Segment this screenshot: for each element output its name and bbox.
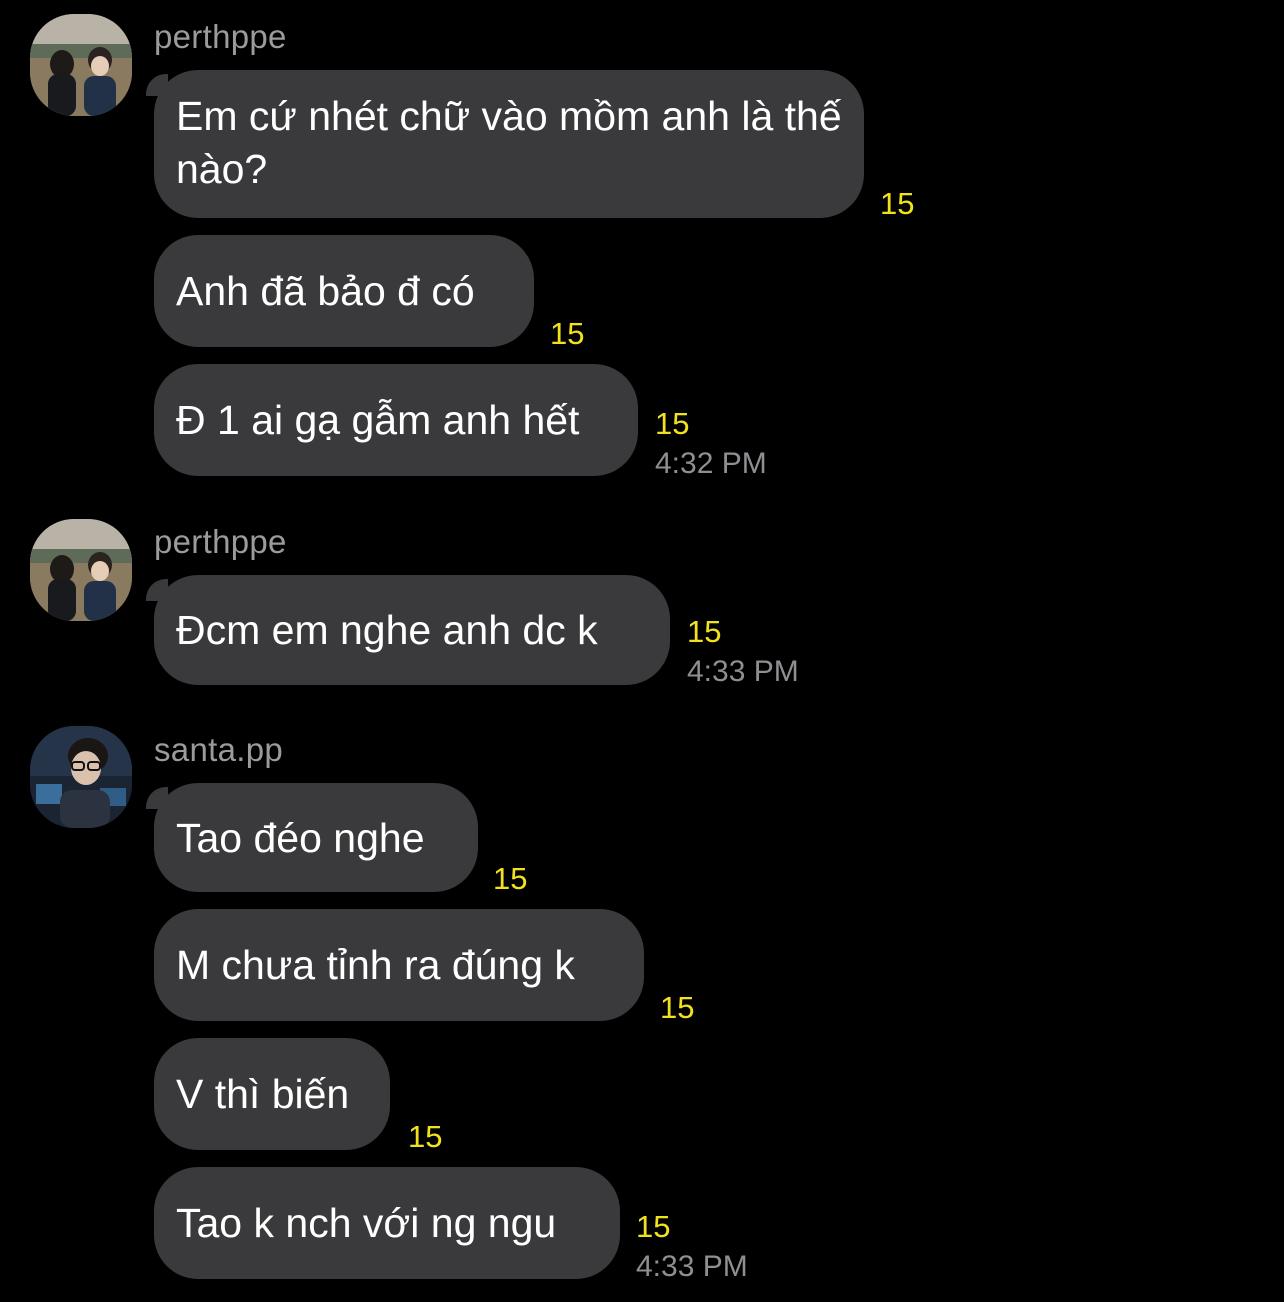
message-count: 15 bbox=[408, 1119, 443, 1154]
message-count: 15 bbox=[687, 614, 722, 649]
message-count: 15 bbox=[636, 1209, 671, 1244]
avatar-perthppe[interactable] bbox=[30, 519, 132, 621]
message-count: 15 bbox=[493, 861, 528, 896]
message-bubble[interactable]: Tao k nch với ng ngu bbox=[154, 1167, 620, 1279]
message-bubble[interactable]: Đcm em nghe anh dc k bbox=[154, 575, 670, 685]
message-text: Anh đã bảo đ có bbox=[154, 235, 534, 347]
profile-photo-glasses-icon bbox=[30, 726, 132, 828]
profile-photo-couple-icon bbox=[30, 14, 132, 116]
avatar-santa-pp[interactable] bbox=[30, 726, 132, 828]
message-count: 15 bbox=[655, 406, 690, 441]
sender-name: perthppe bbox=[154, 523, 287, 560]
message-text: V thì biến bbox=[154, 1038, 390, 1150]
message-count: 15 bbox=[660, 990, 695, 1025]
message-timestamp: 4:33 PM bbox=[636, 1250, 748, 1283]
message-text: Tao k nch với ng ngu bbox=[154, 1167, 620, 1279]
message-timestamp: 4:32 PM bbox=[655, 447, 767, 480]
avatar-perthppe[interactable] bbox=[30, 14, 132, 116]
sender-name: perthppe bbox=[154, 18, 287, 55]
message-bubble[interactable]: M chưa tỉnh ra đúng k bbox=[154, 909, 644, 1021]
message-text: Đ 1 ai gạ gẫm anh hết bbox=[154, 364, 638, 476]
message-bubble[interactable]: Anh đã bảo đ có bbox=[154, 235, 534, 347]
message-timestamp: 4:33 PM bbox=[687, 655, 799, 688]
sender-name: santa.pp bbox=[154, 731, 284, 768]
message-bubble[interactable]: Tao đéo nghe bbox=[154, 783, 478, 892]
message-text: Đcm em nghe anh dc k bbox=[154, 575, 670, 685]
message-count: 15 bbox=[550, 316, 585, 351]
message-bubble[interactable]: V thì biến bbox=[154, 1038, 390, 1150]
message-text: M chưa tỉnh ra đúng k bbox=[154, 909, 644, 1021]
profile-photo-couple-icon bbox=[30, 519, 132, 621]
message-bubble[interactable]: Em cứ nhét chữ vào mồm anh là thế nào? bbox=[154, 70, 864, 218]
message-bubble[interactable]: Đ 1 ai gạ gẫm anh hết bbox=[154, 364, 638, 476]
message-text: Em cứ nhét chữ vào mồm anh là thế nào? bbox=[154, 70, 864, 218]
message-count: 15 bbox=[880, 186, 915, 221]
message-text: Tao đéo nghe bbox=[154, 783, 478, 892]
